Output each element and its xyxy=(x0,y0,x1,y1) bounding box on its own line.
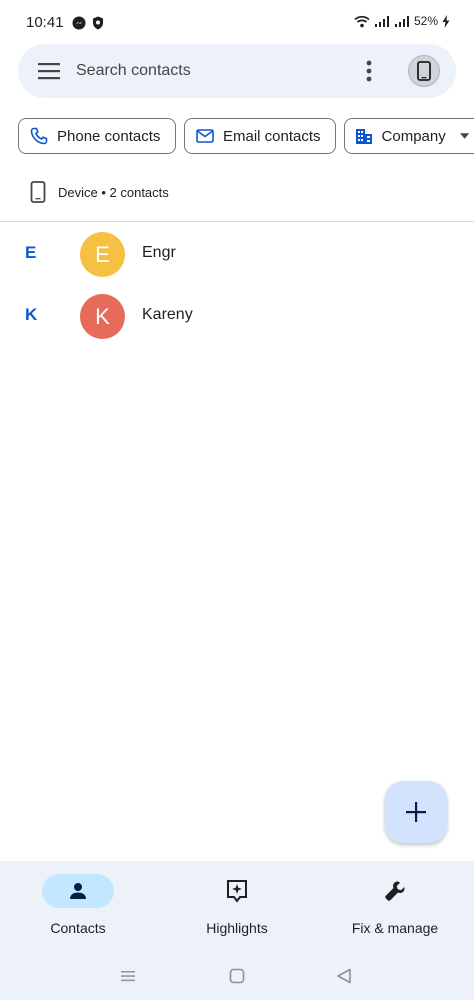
account-avatar[interactable] xyxy=(408,55,440,87)
shield-icon xyxy=(93,16,103,30)
chip-label: Company xyxy=(381,127,446,145)
phone-device-icon xyxy=(417,61,431,81)
plus-icon xyxy=(406,802,426,822)
device-phone-icon xyxy=(30,181,46,203)
device-contacts-count: Device • 2 contacts xyxy=(58,184,169,200)
messenger-icon xyxy=(72,16,86,30)
section-letter: K xyxy=(25,305,38,324)
wrench-icon xyxy=(385,881,405,901)
battery-percentage: 52% xyxy=(413,14,438,28)
back-button[interactable] xyxy=(334,966,354,986)
signal-icon-2 xyxy=(394,15,409,27)
nav-active-indicator xyxy=(42,874,114,908)
nav-highlights[interactable]: Highlights xyxy=(167,874,307,944)
chip-phone-contacts[interactable]: Phone contacts xyxy=(18,118,176,154)
section-letter: E xyxy=(25,243,37,262)
chevron-down-icon xyxy=(459,133,469,139)
system-navigation-bar xyxy=(0,958,474,994)
contact-name: Kareny xyxy=(142,306,193,323)
signal-icon xyxy=(374,15,389,27)
contacts-screen: 10:41 52% Search contacts Phone contacts… xyxy=(0,0,474,1000)
sparkle-icon xyxy=(227,880,247,903)
nav-label: Highlights xyxy=(206,920,268,936)
device-account-row[interactable]: Device • 2 contacts xyxy=(30,180,169,204)
search-input[interactable]: Search contacts xyxy=(76,62,191,80)
status-system-icons: 52% xyxy=(354,14,450,28)
status-notification-icons xyxy=(72,16,104,30)
home-button[interactable] xyxy=(227,966,247,986)
contact-avatar: E xyxy=(80,232,125,277)
status-bar: 10:41 52% xyxy=(0,0,474,46)
search-bar[interactable]: Search contacts xyxy=(18,44,456,98)
charging-icon xyxy=(442,14,450,28)
avatar-initial: E xyxy=(95,241,110,267)
nav-label: Fix & manage xyxy=(351,920,439,936)
contact-row-kareny[interactable]: K K Kareny xyxy=(0,285,474,347)
menu-icon[interactable] xyxy=(38,61,60,81)
recents-button[interactable] xyxy=(118,966,138,986)
nav-fix-manage[interactable]: Fix & manage xyxy=(325,874,465,944)
nav-contacts[interactable]: Contacts xyxy=(8,874,148,944)
list-divider xyxy=(0,221,474,222)
phone-icon xyxy=(29,126,49,146)
home-square-icon xyxy=(229,968,245,984)
chip-company[interactable]: Company xyxy=(344,118,474,154)
back-triangle-icon xyxy=(337,968,351,984)
nav-icon-wrap xyxy=(201,874,273,908)
add-contact-button[interactable] xyxy=(385,781,447,843)
nav-label: Contacts xyxy=(50,920,106,936)
chip-label: Email contacts xyxy=(223,127,321,145)
chip-label: Phone contacts xyxy=(57,127,161,145)
wifi-icon xyxy=(354,15,370,27)
mail-icon xyxy=(195,126,215,146)
avatar-initial: K xyxy=(95,303,110,329)
recents-icon xyxy=(121,971,135,982)
chip-email-contacts[interactable]: Email contacts xyxy=(184,118,336,154)
nav-icon-wrap xyxy=(359,874,431,908)
more-vert-icon[interactable] xyxy=(362,59,376,83)
contact-avatar: K xyxy=(80,294,125,339)
person-icon xyxy=(70,883,86,899)
contact-name: Engr xyxy=(142,244,176,261)
contact-row-engr[interactable]: E E Engr xyxy=(0,223,474,285)
filter-chips: Phone contacts Email contacts Company xyxy=(18,118,474,154)
building-icon xyxy=(355,126,374,146)
status-time: 10:41 xyxy=(26,14,64,31)
